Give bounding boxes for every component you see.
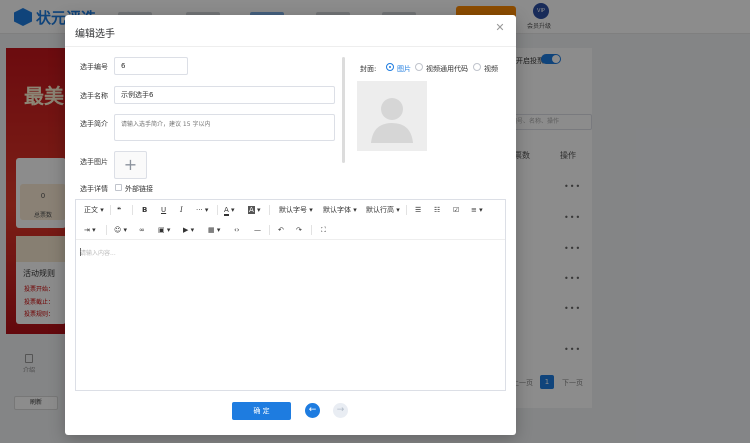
video-dropdown[interactable]: ▶ ▾	[183, 224, 194, 236]
underline-icon[interactable]: U	[161, 204, 166, 216]
cover-option-video-code-label[interactable]: 视频通用代码	[426, 64, 468, 74]
cover-option-video-radio[interactable]	[473, 63, 481, 71]
link-icon[interactable]: ∞	[139, 224, 145, 236]
font-color-dropdown[interactable]: A ▾	[224, 204, 235, 216]
contestant-name-input[interactable]	[114, 86, 335, 104]
font-size-dropdown[interactable]: 默认字号 ▾	[279, 204, 313, 216]
modal-title: 编辑选手	[75, 29, 115, 40]
bullet-list-icon[interactable]: ☰	[415, 204, 421, 216]
cover-option-video-code-radio[interactable]	[415, 63, 423, 71]
close-icon[interactable]: ✕	[494, 22, 506, 34]
edit-contestant-modal: 编辑选手 ✕ 选手编号 选手名称 选手简介 选手图片 + 选手详情 外部链接 封…	[65, 15, 516, 435]
modal-header: 编辑选手 ✕	[65, 15, 516, 47]
contestant-detail-label: 选手详情	[80, 185, 108, 193]
image-upload-button[interactable]: +	[114, 151, 147, 179]
arrow-right-icon[interactable]: →	[333, 403, 348, 418]
todo-list-icon[interactable]: ☑	[453, 204, 459, 216]
rich-text-editor: 正文 ▾ ❝ B U I ··· ▾ A ▾ A ▾ 默认字号 ▾ 默认字体 ▾…	[75, 199, 506, 391]
editor-toolbar: 正文 ▾ ❝ B U I ··· ▾ A ▾ A ▾ 默认字号 ▾ 默认字体 ▾…	[76, 200, 505, 240]
editor-content-area[interactable]: 请输入内容...	[80, 248, 116, 257]
fullscreen-icon[interactable]: ⛶	[321, 224, 326, 236]
contestant-image-label: 选手图片	[80, 158, 108, 166]
form-scrollbar[interactable]	[342, 57, 345, 163]
cover-option-image-label[interactable]: 图片	[397, 64, 411, 74]
font-family-dropdown[interactable]: 默认字体 ▾	[323, 204, 357, 216]
avatar-placeholder-icon	[371, 98, 413, 143]
align-dropdown[interactable]: ≡ ▾	[471, 204, 483, 216]
cover-image-preview[interactable]	[357, 81, 427, 151]
external-link-label[interactable]: 外部链接	[125, 184, 153, 194]
undo-icon[interactable]: ↶	[278, 224, 284, 236]
contestant-number-label: 选手编号	[80, 63, 108, 71]
bold-icon[interactable]: B	[142, 204, 147, 216]
contestant-number-input[interactable]	[114, 57, 188, 75]
arrow-left-icon[interactable]: ←	[305, 403, 320, 418]
contestant-intro-textarea[interactable]	[114, 114, 335, 141]
emoji-dropdown[interactable]: ☺ ▾	[114, 224, 127, 236]
contestant-name-label: 选手名称	[80, 92, 108, 100]
italic-icon[interactable]: I	[180, 204, 183, 216]
divider-icon[interactable]: —	[254, 224, 261, 236]
plus-icon: +	[123, 155, 138, 174]
cover-label: 封面:	[360, 65, 377, 73]
external-link-checkbox[interactable]	[115, 184, 122, 191]
line-height-dropdown[interactable]: 默认行高 ▾	[366, 204, 400, 216]
more-text-style-dropdown[interactable]: ··· ▾	[196, 204, 208, 216]
background-color-dropdown[interactable]: A ▾	[248, 204, 261, 216]
indent-dropdown[interactable]: ⇥ ▾	[84, 224, 96, 236]
table-dropdown[interactable]: ▦ ▾	[208, 224, 220, 236]
cover-option-video-label[interactable]: 视频	[484, 64, 498, 74]
code-icon[interactable]: ‹›	[234, 224, 240, 236]
contestant-intro-label: 选手简介	[80, 120, 108, 128]
quote-icon[interactable]: ❝	[117, 204, 121, 216]
confirm-button[interactable]: 确 定	[232, 402, 291, 420]
image-dropdown[interactable]: ▣ ▾	[158, 224, 170, 236]
redo-icon[interactable]: ↷	[296, 224, 302, 236]
numbered-list-icon[interactable]: ☷	[434, 204, 440, 216]
paragraph-format-dropdown[interactable]: 正文 ▾	[84, 204, 104, 216]
cover-option-image-radio[interactable]	[386, 63, 394, 71]
